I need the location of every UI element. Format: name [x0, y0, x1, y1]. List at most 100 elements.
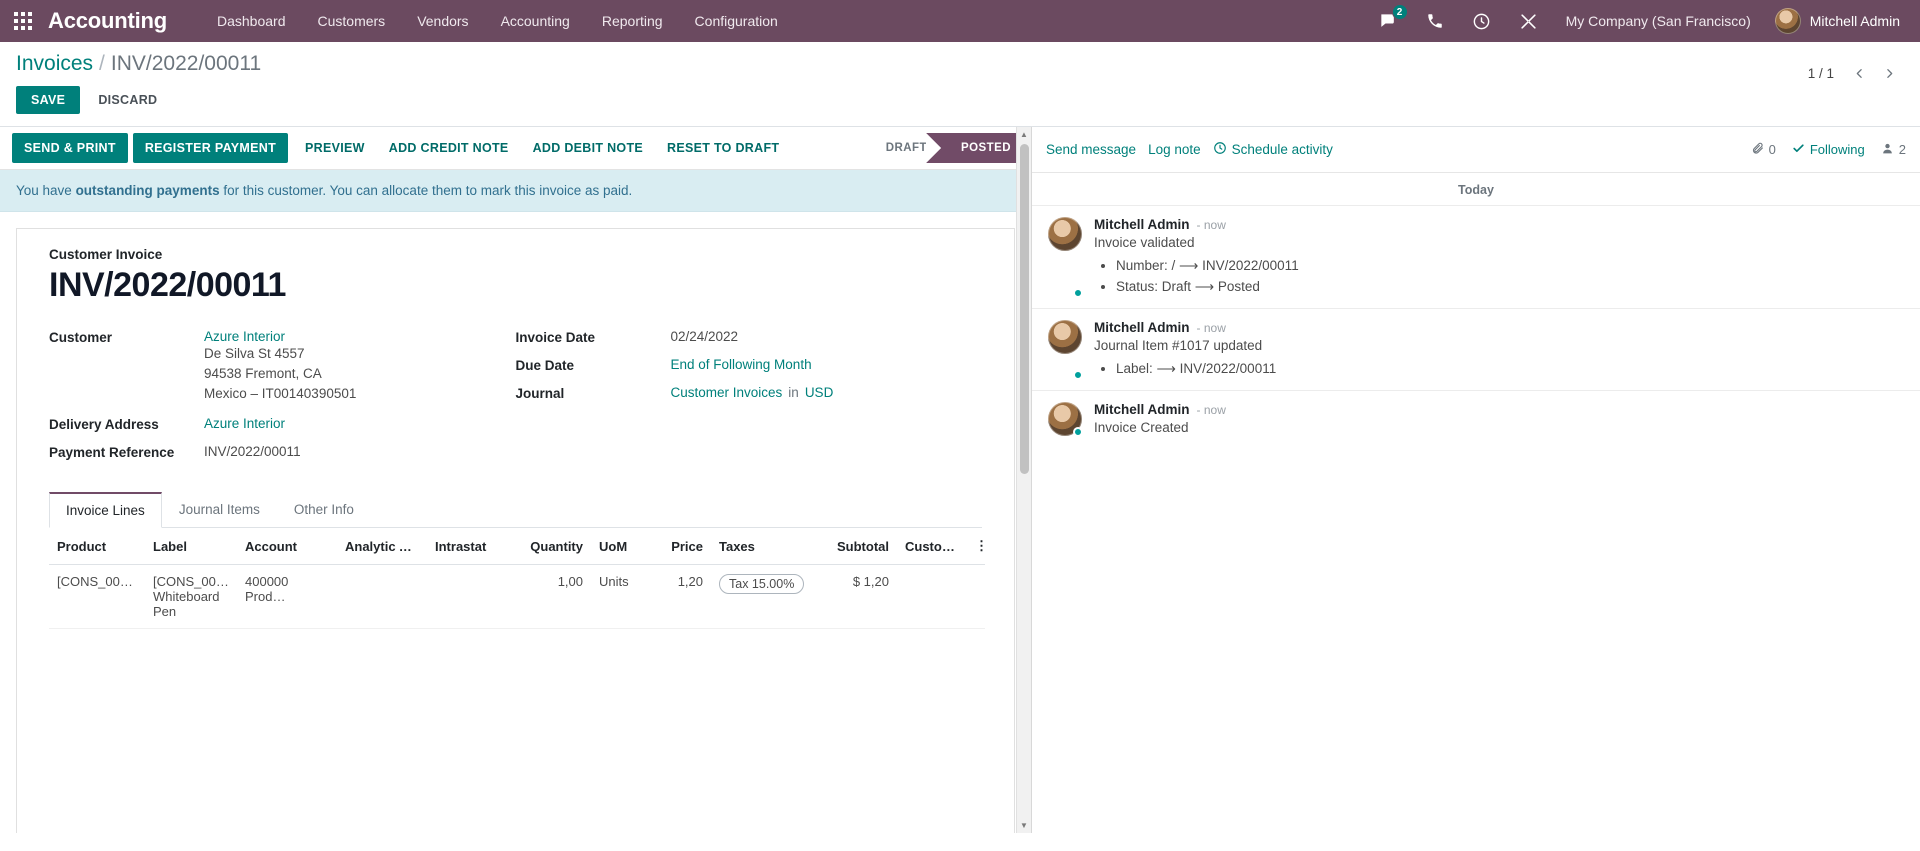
following-toggle[interactable]: Following [1792, 142, 1865, 158]
delivery-address-label: Delivery Address [49, 417, 159, 432]
discard-button[interactable]: DISCARD [86, 86, 169, 114]
form-column-left: Customer Azure Interior De Silva St 4557… [49, 329, 516, 472]
messages-icon[interactable]: 2 [1364, 4, 1412, 31]
followers-counter[interactable]: 2 [1881, 142, 1906, 158]
menu-item-reporting[interactable]: Reporting [586, 2, 679, 40]
cell-account[interactable]: 400000 Prod… [237, 564, 337, 629]
alert-bold[interactable]: outstanding payments [76, 183, 220, 198]
add-debit-note-button[interactable]: ADD DEBIT NOTE [521, 133, 655, 163]
message-timestamp: - now [1196, 321, 1226, 335]
col-analytic-account[interactable]: Analytic A… [337, 528, 427, 565]
menu-item-configuration[interactable]: Configuration [679, 2, 794, 40]
menu-item-accounting[interactable]: Accounting [485, 2, 586, 40]
message-author[interactable]: Mitchell Admin [1094, 402, 1190, 417]
cell-uom[interactable]: Units [591, 564, 653, 629]
user-name: Mitchell Admin [1809, 13, 1900, 29]
chevron-right-icon[interactable] [1876, 60, 1902, 86]
col-price[interactable]: Price [653, 528, 711, 565]
row-drag-handle[interactable] [967, 564, 985, 629]
message-author[interactable]: Mitchell Admin [1094, 217, 1190, 232]
notebook-tabs: Invoice Lines Journal Items Other Info [49, 492, 982, 528]
clock-icon[interactable] [1458, 12, 1505, 31]
cell-intrastat[interactable] [427, 564, 519, 629]
schedule-activity-button[interactable]: Schedule activity [1213, 137, 1345, 162]
attachments-counter[interactable]: 0 [1751, 142, 1776, 158]
delivery-address-value[interactable]: Azure Interior [204, 416, 285, 431]
table-row[interactable]: [CONS_0001… [CONS_0001] Whiteboard Pen 4… [49, 564, 985, 629]
cell-customer[interactable] [897, 564, 967, 629]
customer-value[interactable]: Azure Interior [204, 329, 356, 344]
col-customer[interactable]: Custom… [897, 528, 967, 565]
notebook: Invoice Lines Journal Items Other Info P… [49, 492, 985, 629]
cell-label[interactable]: [CONS_0001] Whiteboard Pen [145, 564, 237, 629]
due-date-value[interactable]: End of Following Month [671, 357, 812, 372]
message-text: Invoice Created [1094, 420, 1189, 435]
field-customer: Customer Azure Interior De Silva St 4557… [49, 329, 516, 404]
cell-product[interactable]: [CONS_0001… [49, 564, 145, 629]
cell-price[interactable]: 1,20 [653, 564, 711, 629]
scroll-up-icon[interactable]: ▲ [1017, 127, 1032, 142]
phone-icon[interactable] [1412, 12, 1458, 30]
breadcrumb-invoices[interactable]: Invoices [16, 52, 93, 76]
col-subtotal[interactable]: Subtotal [815, 528, 897, 565]
status-widget: DRAFT POSTED [865, 133, 1025, 163]
cell-taxes[interactable]: Tax 15.00% [711, 564, 815, 629]
cell-quantity[interactable]: 1,00 [519, 564, 591, 629]
add-credit-note-button[interactable]: ADD CREDIT NOTE [377, 133, 521, 163]
list-item: Mitchell Admin - now Invoice validated N… [1032, 205, 1920, 308]
wrench-icon[interactable] [1505, 12, 1552, 31]
scroll-down-icon[interactable]: ▼ [1017, 818, 1032, 833]
journal-currency[interactable]: USD [805, 385, 834, 400]
schedule-activity-label: Schedule activity [1231, 142, 1333, 157]
form-column-right: Invoice Date 02/24/2022 Due Date End of … [516, 329, 983, 472]
send-message-button[interactable]: Send message [1046, 138, 1148, 161]
user-menu[interactable]: Mitchell Admin [1765, 8, 1906, 34]
col-label[interactable]: Label [145, 528, 237, 565]
pager-label: 1 / 1 [1807, 65, 1834, 81]
col-intrastat[interactable]: Intrastat [427, 528, 519, 565]
sheet-subtitle: Customer Invoice [49, 247, 163, 262]
reset-to-draft-button[interactable]: RESET TO DRAFT [655, 133, 791, 163]
menu-item-vendors[interactable]: Vendors [401, 2, 484, 40]
col-account[interactable]: Account [237, 528, 337, 565]
breadcrumb-separator: / [99, 52, 105, 75]
message-author[interactable]: Mitchell Admin [1094, 320, 1190, 335]
alert-prefix: You have [16, 183, 76, 198]
invoice-date-value[interactable]: 02/24/2022 [671, 329, 739, 344]
tab-invoice-lines[interactable]: Invoice Lines [49, 492, 162, 528]
form-scrollbar[interactable]: ▲ ▼ [1016, 127, 1031, 833]
scrollbar-thumb[interactable] [1019, 144, 1029, 474]
customer-address-line-2: 94538 Fremont, CA [204, 366, 322, 381]
col-options-icon[interactable]: ⋮ [967, 528, 985, 565]
table-header-row: Product Label Account Analytic A… Intras… [49, 528, 985, 565]
tab-journal-items[interactable]: Journal Items [162, 492, 277, 528]
field-invoice-date: Invoice Date 02/24/2022 [516, 329, 983, 345]
chevron-left-icon[interactable] [1846, 60, 1872, 86]
statusbar: SEND & PRINT REGISTER PAYMENT PREVIEW AD… [0, 127, 1031, 170]
menu-item-dashboard[interactable]: Dashboard [201, 2, 302, 40]
app-brand-accounting[interactable]: Accounting [48, 8, 167, 34]
log-note-button[interactable]: Log note [1148, 138, 1213, 161]
cell-analytic-account[interactable] [337, 564, 427, 629]
save-button[interactable]: SAVE [16, 86, 81, 114]
presence-dot [1073, 288, 1083, 298]
apps-grid-icon[interactable] [14, 12, 32, 30]
col-uom[interactable]: UoM [591, 528, 653, 565]
status-posted[interactable]: POSTED [926, 133, 1025, 163]
list-item: Mitchell Admin - now Invoice Created [1032, 390, 1920, 447]
field-due-date: Due Date End of Following Month [516, 357, 983, 373]
preview-button[interactable]: PREVIEW [293, 133, 377, 163]
col-product[interactable]: Product [49, 528, 145, 565]
register-payment-button[interactable]: REGISTER PAYMENT [132, 133, 289, 163]
customer-address-line-3: Mexico – IT00140390501 [204, 386, 357, 401]
send-and-print-button[interactable]: SEND & PRINT [12, 133, 128, 163]
company-switcher[interactable]: My Company (San Francisco) [1552, 2, 1765, 40]
payment-reference-value[interactable]: INV/2022/00011 [204, 444, 301, 459]
menu-item-customers[interactable]: Customers [302, 2, 402, 40]
field-journal: Journal Customer Invoices in USD [516, 385, 983, 401]
tab-other-info[interactable]: Other Info [277, 492, 371, 528]
col-quantity[interactable]: Quantity [519, 528, 591, 565]
col-taxes[interactable]: Taxes [711, 528, 815, 565]
journal-value[interactable]: Customer Invoices [671, 385, 783, 400]
invoice-lines-table: Product Label Account Analytic A… Intras… [49, 528, 985, 629]
